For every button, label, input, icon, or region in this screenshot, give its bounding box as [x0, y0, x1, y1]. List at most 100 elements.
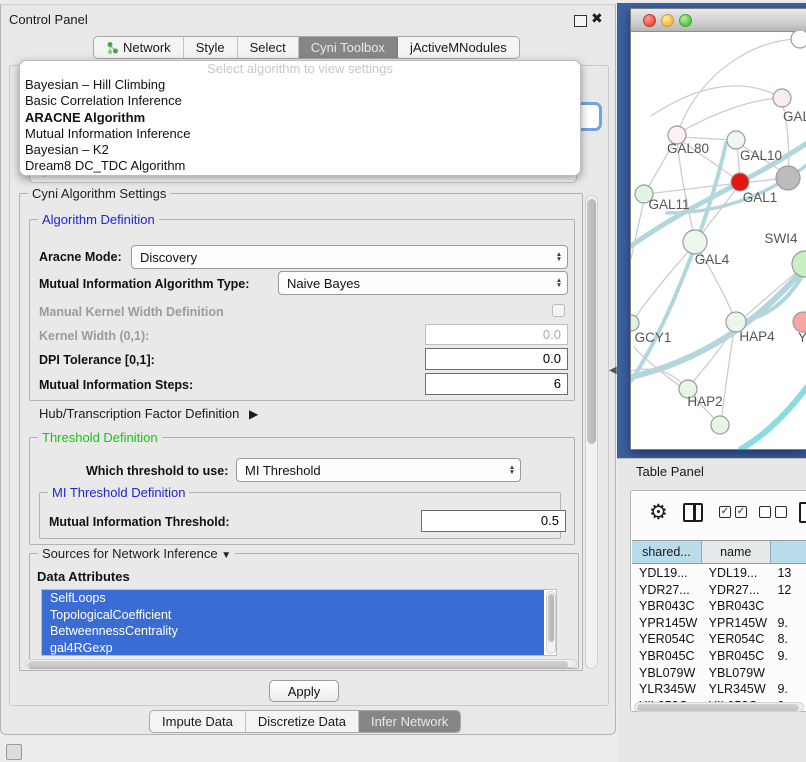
manual-kernel-checkbox[interactable] — [552, 304, 565, 317]
table-cell[interactable]: YDR27... — [702, 582, 771, 599]
table-row[interactable]: YBL079WYBL079W — [632, 665, 806, 682]
tab-style[interactable]: Style — [184, 37, 238, 58]
table-cell[interactable]: YDR27... — [632, 582, 702, 599]
table-cell[interactable]: YBL079W — [632, 665, 702, 682]
settings-scrollbar-thumb[interactable] — [587, 199, 596, 444]
table-column-header[interactable]: shared... — [632, 541, 702, 563]
tab-impute-data[interactable]: Impute Data — [150, 711, 246, 732]
kernel-width-field[interactable]: 0.0 — [425, 324, 568, 345]
mi-steps-field[interactable]: 6 — [425, 373, 568, 395]
checked-checkbox-icon[interactable]: ✓ — [735, 506, 747, 518]
table-cell[interactable]: YPR145W — [632, 615, 702, 632]
gear-icon[interactable]: ⚙ — [649, 500, 668, 525]
table-row[interactable]: YLR345WYLR345W9. — [632, 681, 806, 698]
close-traffic-light[interactable] — [643, 14, 656, 27]
table-cell[interactable]: 9. — [770, 681, 806, 698]
network-node-y[interactable] — [793, 312, 806, 332]
document-icon[interactable] — [799, 502, 806, 523]
table-cell[interactable]: 12 — [770, 582, 806, 599]
table-row[interactable]: YBR043CYBR043C — [632, 598, 806, 615]
unchecked-checkbox-icon[interactable] — [759, 506, 771, 518]
settings-hscrollbar-thumb[interactable] — [28, 661, 568, 668]
algorithm-popup-item[interactable]: Bayesian – K2 — [20, 142, 580, 158]
network-node-gal[interactable] — [773, 89, 791, 107]
table-cell[interactable]: 9. — [770, 648, 806, 665]
collapse-down-icon[interactable]: ▼ — [221, 550, 231, 561]
attr-list-scrollbar[interactable] — [546, 591, 556, 654]
attr-list-scrollbar-thumb[interactable] — [548, 594, 554, 642]
table-cell[interactable]: 9. — [770, 615, 806, 632]
network-view-window[interactable]: GALGAL80GAL10GAL1GAL11GAL4SWI4GCY1HAP4YH… — [630, 8, 806, 450]
table-hscrollbar[interactable] — [634, 702, 804, 712]
network-node-gcy1[interactable] — [631, 315, 639, 331]
algorithm-popup-item[interactable]: Bayesian – Hill Climbing — [20, 77, 580, 93]
network-node-gal1[interactable] — [731, 173, 749, 191]
network-node[interactable] — [791, 31, 806, 48]
data-attribute-item[interactable]: gal4RGexp — [42, 640, 544, 657]
table-row[interactable]: YDR27...YDR27...12 — [632, 582, 806, 599]
table-cell[interactable]: 13 — [770, 565, 806, 582]
network-node-swi4[interactable] — [792, 251, 806, 277]
table-row[interactable]: YBR045CYBR045C9. — [632, 648, 806, 665]
table-row[interactable]: YER054CYER054C8. — [632, 631, 806, 648]
table-cell[interactable]: YBR043C — [632, 598, 702, 615]
splitter-collapse-icon[interactable]: ◀ — [609, 365, 617, 376]
table-cell[interactable] — [770, 598, 806, 615]
mi-type-combo[interactable]: Naive Bayes ▲▼ — [278, 271, 568, 295]
table-cell[interactable]: YBR043C — [702, 598, 771, 615]
algorithm-popup-item[interactable]: ARACNE Algorithm — [20, 110, 580, 126]
table-column-header[interactable]: name — [702, 541, 771, 563]
network-window-titlebar[interactable] — [631, 9, 806, 32]
docked-panel-icon[interactable] — [6, 744, 22, 760]
table-cell[interactable] — [770, 665, 806, 682]
algorithm-popup-item[interactable]: Mutual Information Inference — [20, 126, 580, 142]
mi-threshold-field[interactable]: 0.5 — [421, 510, 566, 532]
float-window-icon[interactable] — [574, 15, 587, 27]
tab-select[interactable]: Select — [238, 37, 299, 58]
minimize-traffic-light[interactable] — [661, 14, 674, 27]
hub-definition-expander[interactable]: Hub/Transcription Factor Definition ▶ — [39, 406, 258, 421]
table-cell[interactable]: 8. — [770, 631, 806, 648]
expand-right-icon[interactable]: ▶ — [249, 407, 258, 421]
table-cell[interactable]: YLR345W — [702, 681, 771, 698]
close-icon[interactable]: ✖ — [591, 10, 603, 27]
tab-network[interactable]: Network — [94, 37, 184, 58]
tab-cyni-toolbox[interactable]: Cyni Toolbox — [299, 37, 398, 58]
table-row[interactable]: YPR145WYPR145W9. — [632, 615, 806, 632]
data-attribute-item[interactable]: SelfLoops — [42, 590, 544, 607]
apply-button[interactable]: Apply — [269, 680, 339, 702]
tab-jactivemnodules[interactable]: jActiveMNodules — [398, 37, 519, 58]
table-cell[interactable]: YBR045C — [702, 648, 771, 665]
dpi-tolerance-field[interactable]: 0.0 — [425, 348, 568, 370]
table-cell[interactable]: YLR345W — [632, 681, 702, 698]
network-node[interactable] — [711, 416, 729, 434]
unchecked-checkbox-icon[interactable] — [775, 506, 787, 518]
table-cell[interactable]: YDL19... — [632, 565, 702, 582]
table-cell[interactable]: YBR045C — [632, 648, 702, 665]
checked-checkbox-icon[interactable]: ✓ — [719, 506, 731, 518]
data-attribute-item[interactable]: BetweennessCentrality — [42, 623, 544, 640]
column-layout-icon[interactable] — [683, 503, 703, 522]
table-cell[interactable]: YER054C — [632, 631, 702, 648]
aracne-mode-combo[interactable]: Discovery ▲▼ — [131, 245, 568, 269]
table-cell[interactable]: YDL19... — [702, 565, 771, 582]
data-attributes-list[interactable]: SelfLoopsTopologicalCoefficientBetweenne… — [41, 589, 557, 656]
which-threshold-combo[interactable]: MI Threshold ▲▼ — [236, 458, 521, 482]
table-cell[interactable]: YBL079W — [702, 665, 771, 682]
table-cell[interactable]: YPR145W — [702, 615, 771, 632]
network-node[interactable] — [776, 166, 800, 190]
data-attribute-item[interactable]: TopologicalCoefficient — [42, 607, 544, 624]
table-row[interactable]: YDL19...YDL19...13 — [632, 565, 806, 582]
tab-infer-network[interactable]: Infer Network — [359, 711, 460, 732]
algorithm-popup-item[interactable]: Dream8 DC_TDC Algorithm — [20, 158, 580, 174]
table-hscrollbar-thumb[interactable] — [637, 704, 799, 711]
table-cell[interactable]: YER054C — [702, 631, 771, 648]
table-column-header[interactable] — [771, 541, 806, 563]
network-canvas[interactable]: GALGAL80GAL10GAL1GAL11GAL4SWI4GCY1HAP4YH… — [631, 31, 806, 449]
settings-hscrollbar[interactable] — [25, 659, 577, 668]
network-node-gal4[interactable] — [683, 230, 707, 254]
tab-discretize-data[interactable]: Discretize Data — [246, 711, 359, 732]
algorithm-popup-item[interactable]: Basic Correlation Inference — [20, 93, 580, 109]
zoom-traffic-light[interactable] — [679, 14, 692, 27]
settings-scrollbar[interactable] — [585, 195, 598, 669]
